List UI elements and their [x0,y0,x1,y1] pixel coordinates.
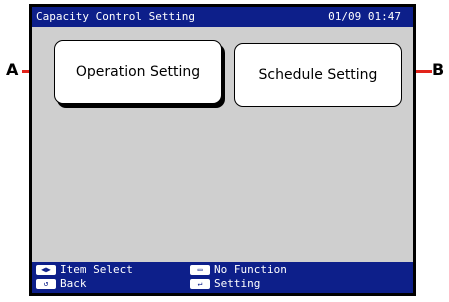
footer-bar: ◀▶ Item Select ↺ Back ▭ No Function ↵ Se… [32,262,413,293]
callout-b-label: B [432,60,445,79]
footer-item-select: ◀▶ Item Select [36,263,133,277]
schedule-setting-label: Schedule Setting [258,67,378,83]
screen-title: Capacity Control Setting [36,10,195,23]
back-label: Back [60,277,87,290]
footer-setting: ↵ Setting [190,277,260,291]
device-screen: Capacity Control Setting 01/09 01:47 Ope… [29,4,416,296]
no-function-label: No Function [214,263,287,276]
footer-back: ↺ Back [36,277,87,291]
item-select-label: Item Select [60,263,133,276]
operation-setting-button[interactable]: Operation Setting [54,40,222,104]
schedule-setting-button[interactable]: Schedule Setting [234,43,402,107]
footer-no-function: ▭ No Function [190,263,287,277]
operation-setting-label: Operation Setting [75,64,201,80]
return-back-icon: ↺ [36,279,56,289]
main-panel: Operation Setting Schedule Setting [32,27,413,262]
callout-a-label: A [6,60,19,79]
title-bar: Capacity Control Setting 01/09 01:47 [32,7,413,27]
menu-button-icon: ▭ [190,265,210,275]
enter-icon: ↵ [190,279,210,289]
datetime: 01/09 01:47 [328,10,401,23]
setting-label: Setting [214,277,261,290]
arrow-left-right-icon: ◀▶ [36,265,56,275]
